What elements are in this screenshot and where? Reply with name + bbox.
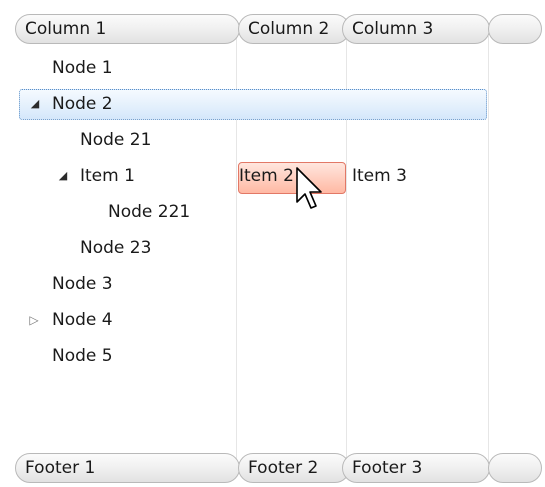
column-header-3[interactable]: Column 3: [342, 14, 490, 44]
cell-col1: Node 221: [108, 202, 191, 222]
tree-row-node-5[interactable]: Node 5: [15, 338, 485, 374]
cell-col1: Node 2: [52, 94, 113, 114]
cell-col1: Node 21: [80, 130, 152, 150]
column-header-1[interactable]: Column 1: [15, 14, 240, 44]
footer-cell-4: [488, 453, 542, 483]
cell-col3[interactable]: Item 3: [352, 158, 407, 194]
footer-cell-1: Footer 1: [15, 453, 240, 483]
tree-list-view: Column 1 Column 2 Column 3 Node 1 ◢ Node…: [15, 14, 544, 486]
column-header-4[interactable]: [488, 14, 542, 44]
tree-row-node-4[interactable]: ▷ Node 4: [15, 302, 485, 338]
tree-row-node-3[interactable]: Node 3: [15, 266, 485, 302]
cell-col1: Item 1: [80, 166, 135, 186]
cell-col1: Node 23: [80, 238, 152, 258]
expanded-triangle-icon[interactable]: ◢: [56, 158, 70, 194]
cell-col1: Node 3: [52, 274, 113, 294]
tree-row-node-221[interactable]: Node 221: [15, 194, 485, 230]
cell-col1: Node 4: [52, 310, 113, 330]
footer-cell-2: Footer 2: [238, 453, 350, 483]
column-separator: [488, 36, 489, 464]
footer-cell-3: Footer 3: [342, 453, 490, 483]
mouse-pointer-icon: [296, 167, 322, 209]
cell-col2[interactable]: Item 2: [239, 158, 294, 194]
collapsed-triangle-icon[interactable]: ▷: [27, 302, 41, 338]
tree-row-node-1[interactable]: Node 1: [15, 50, 485, 86]
cell-col1: Node 1: [52, 58, 113, 78]
expanded-triangle-icon[interactable]: ◢: [28, 86, 42, 122]
cell-col1: Node 5: [52, 346, 113, 366]
tree-row-node-23[interactable]: Node 23: [15, 230, 485, 266]
tree-row-node-2[interactable]: ◢ Node 2: [15, 86, 485, 122]
tree-row-node-21[interactable]: Node 21: [15, 122, 485, 158]
column-header-2[interactable]: Column 2: [238, 14, 350, 44]
tree-row-item-1[interactable]: ◢ Item 1 Item 2 Item 3: [15, 158, 485, 194]
